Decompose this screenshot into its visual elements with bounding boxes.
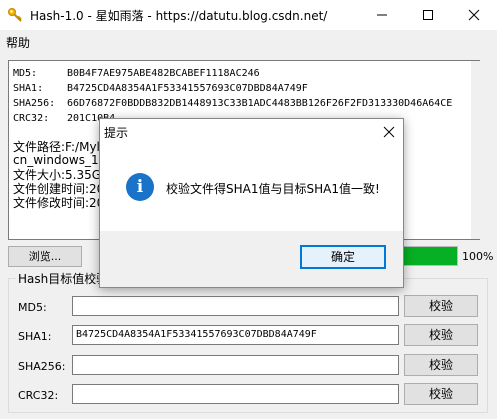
result-row-sha1: SHA1: B4725CD4A8354A1F53341557693C07DBD84…: [13, 83, 308, 94]
verify-group-title: Hash目标值校验: [16, 270, 111, 287]
result-row-md5: MD5: B0B4F7AE975ABE482BCABEF1118AC246: [13, 68, 260, 79]
maximize-icon: [423, 10, 433, 20]
minimize-icon: [377, 14, 387, 16]
close-button[interactable]: [451, 0, 497, 30]
message-dialog: 提示 i 校验文件得SHA1值与目标SHA1值一致! 确定: [99, 118, 404, 288]
ok-button[interactable]: 确定: [300, 245, 386, 269]
info-icon: i: [126, 173, 154, 201]
maximize-button[interactable]: [405, 0, 451, 30]
sha256-input[interactable]: [72, 355, 399, 375]
verify-md5-button[interactable]: 校验: [404, 295, 478, 317]
key-icon: [7, 7, 23, 23]
sha1-input[interactable]: B4725CD4A8354A1F53341557693C07DBD84A749F: [72, 325, 399, 345]
verify-sha1-button[interactable]: 校验: [404, 324, 478, 346]
sha256-label: SHA256:: [18, 360, 66, 373]
dialog-footer: 确定: [100, 231, 403, 287]
crc32-label: CRC32:: [18, 389, 59, 402]
crc32-input[interactable]: [72, 384, 399, 404]
vertical-scrollbar[interactable]: [471, 61, 480, 239]
window-title: Hash-1.0 - 星如雨落 - https://datutu.blog.cs…: [30, 9, 328, 23]
dialog-close-button[interactable]: [379, 123, 399, 141]
verify-crc32-button[interactable]: 校验: [404, 383, 478, 405]
menu-bar: 帮助: [0, 30, 497, 54]
md5-input[interactable]: [72, 296, 399, 316]
dialog-message: 校验文件得SHA1值与目标SHA1值一致!: [166, 182, 380, 196]
browse-button[interactable]: 浏览...: [8, 246, 82, 267]
file-modified: 文件修改时间:20: [13, 196, 105, 210]
result-row-sha256: SHA256: 66D76872F0BDDB832DB1448913C33B1AD…: [13, 98, 453, 109]
menu-help[interactable]: 帮助: [6, 34, 30, 51]
minimize-button[interactable]: [359, 0, 405, 30]
verify-sha256-button[interactable]: 校验: [404, 354, 478, 376]
title-bar: Hash-1.0 - 星如雨落 - https://datutu.blog.cs…: [0, 0, 497, 30]
dialog-body: i 校验文件得SHA1值与目标SHA1值一致!: [100, 149, 403, 231]
sha1-label: SHA1:: [18, 330, 52, 343]
progress-percent: 100%: [462, 250, 494, 263]
dialog-title: 提示: [104, 126, 129, 140]
close-icon: [383, 126, 395, 138]
md5-label: MD5:: [18, 301, 47, 314]
close-icon: [468, 9, 480, 21]
